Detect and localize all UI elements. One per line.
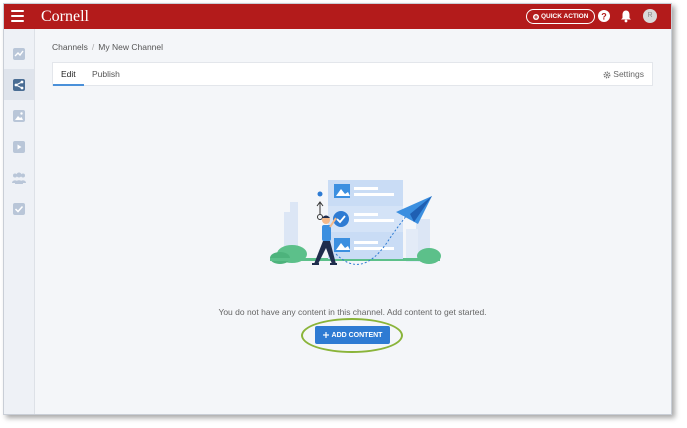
empty-state-message: You do not have any content in this chan… (218, 307, 487, 317)
add-content-button[interactable]: ADD CONTENT (315, 326, 390, 344)
top-bar: Cornell QUICK ACTION ? R (4, 4, 671, 29)
quick-action-button[interactable]: QUICK ACTION (526, 9, 596, 24)
share-icon (13, 78, 25, 91)
hamburger-icon[interactable] (11, 10, 24, 23)
tab-edit[interactable]: Edit (53, 63, 84, 86)
sidebar-item-images[interactable] (4, 100, 34, 131)
breadcrumb: Channels / My New Channel (52, 42, 163, 52)
breadcrumb-separator: / (91, 42, 95, 52)
sidebar (4, 29, 35, 414)
breadcrumb-current: My New Channel (98, 42, 164, 52)
settings-label: Settings (613, 69, 644, 79)
users-icon (12, 172, 26, 184)
checkbox-icon (13, 202, 25, 215)
add-content-label: ADD CONTENT (331, 331, 383, 339)
breadcrumb-channels-link[interactable]: Channels (52, 42, 88, 52)
image-icon (13, 109, 25, 122)
sidebar-item-tasks[interactable] (4, 193, 34, 224)
tab-publish[interactable]: Publish (92, 63, 120, 86)
avatar[interactable]: R (643, 9, 657, 23)
sidebar-item-video[interactable] (4, 131, 34, 162)
sidebar-item-share[interactable] (4, 69, 34, 100)
quick-action-label: QUICK ACTION (541, 13, 589, 20)
sidebar-item-analytics[interactable] (4, 38, 34, 69)
sidebar-item-users[interactable] (4, 162, 34, 193)
gear-icon (603, 71, 611, 78)
app-window: Cornell QUICK ACTION ? R Channels / My N… (3, 3, 672, 415)
analytics-icon (13, 47, 25, 60)
tab-bar: Edit Publish Settings (52, 62, 653, 86)
plus-icon (533, 13, 539, 20)
settings-button[interactable]: Settings (603, 63, 644, 86)
brand-logo[interactable]: Cornell (41, 6, 89, 27)
empty-channel-illustration (270, 180, 441, 265)
bell-icon[interactable] (619, 9, 633, 23)
svg-text:?: ? (601, 12, 607, 22)
plus-icon (322, 332, 329, 338)
help-circle-icon[interactable]: ? (597, 9, 611, 23)
video-icon (13, 140, 25, 153)
